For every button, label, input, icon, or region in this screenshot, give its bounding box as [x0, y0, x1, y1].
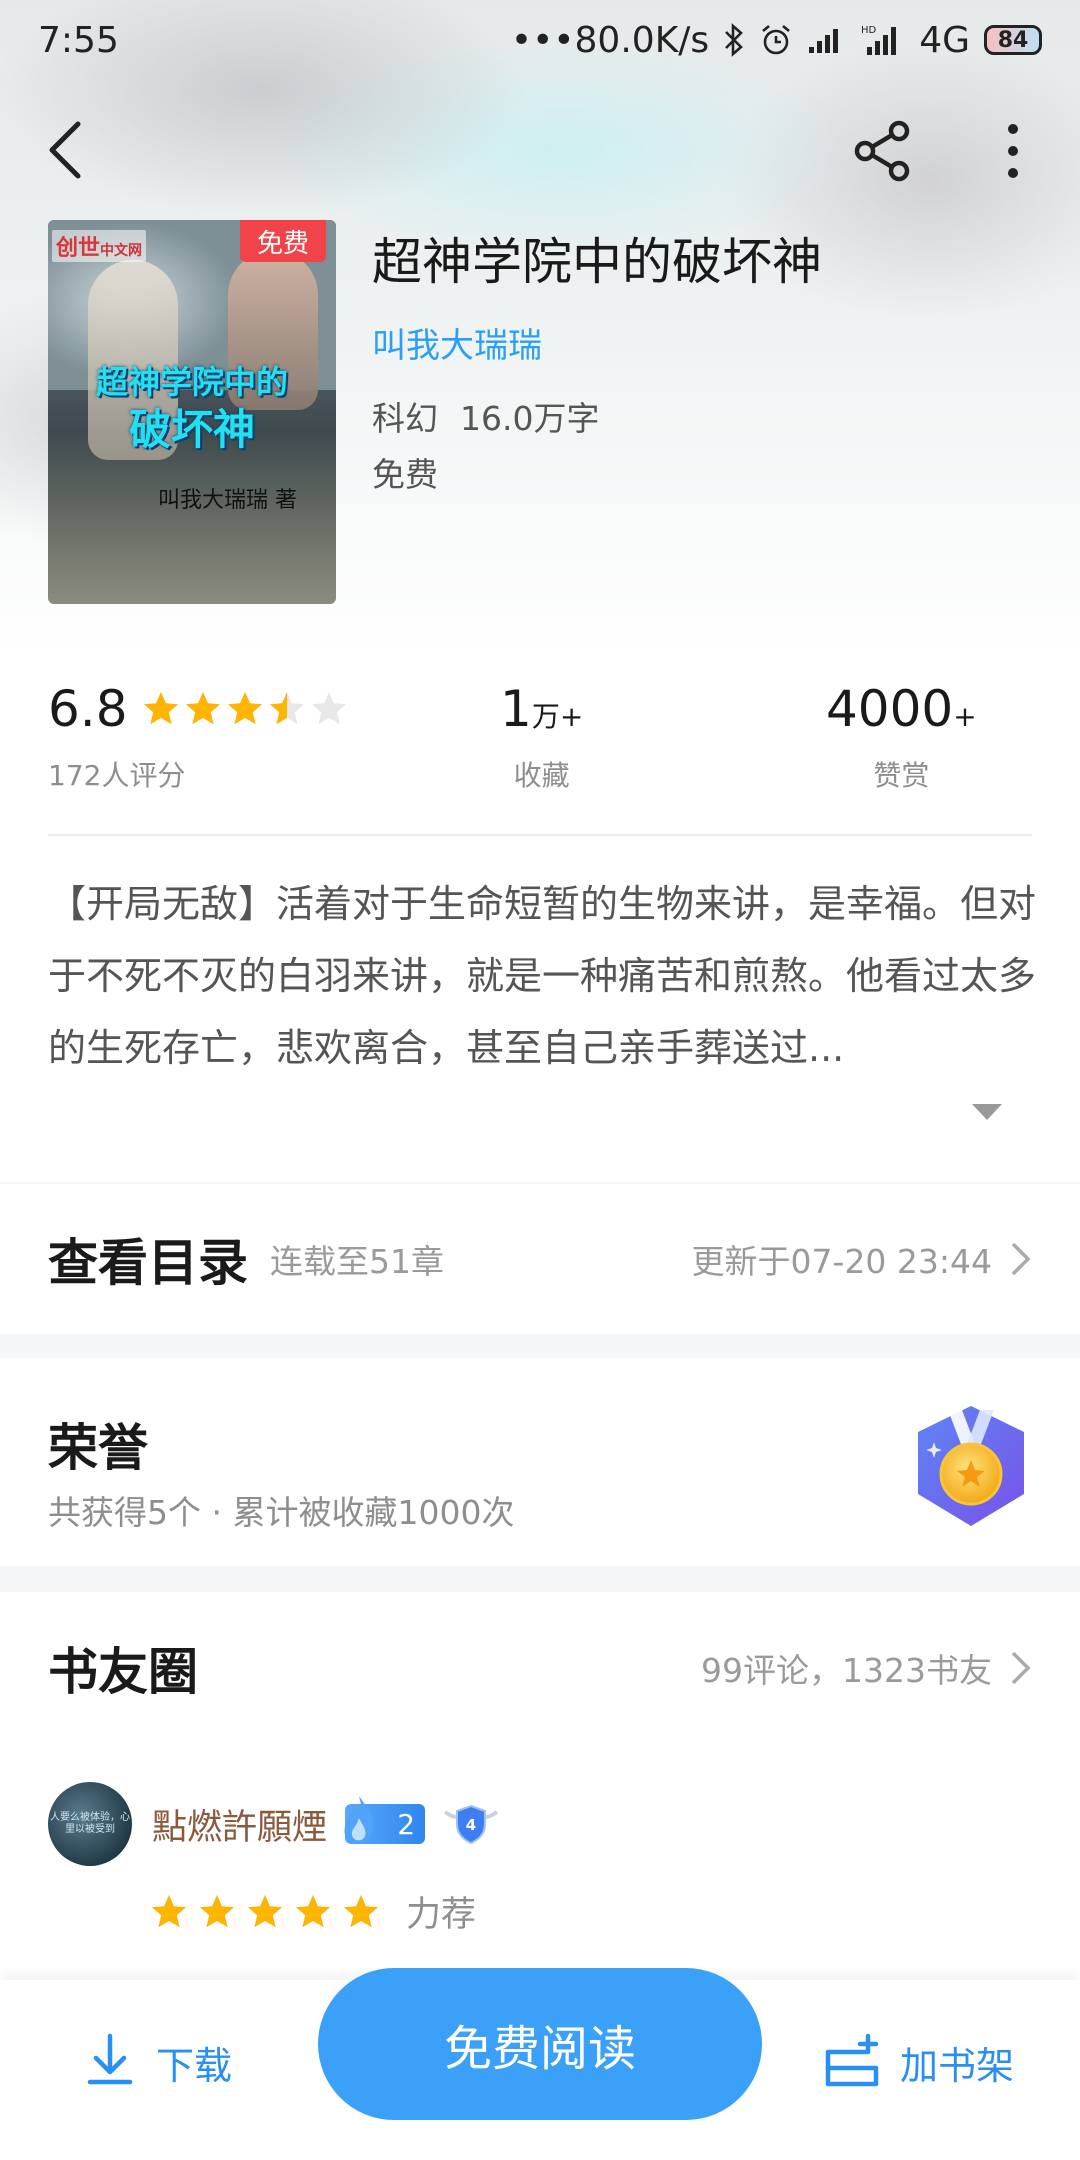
- back-arrow-icon: [49, 121, 81, 179]
- shield-level: 4: [466, 1816, 476, 1834]
- favorites-stat: 1万+ 收藏: [500, 680, 583, 794]
- comment-rating-text: 力荐: [406, 1895, 477, 1935]
- fan-level-badge: 2: [344, 1796, 426, 1844]
- star-icon: [227, 692, 262, 725]
- download-label: 下载: [156, 2043, 233, 2088]
- share-button[interactable]: [848, 116, 918, 186]
- status-time: 7:55: [38, 19, 119, 61]
- comment-rating: 力荐: [150, 1886, 476, 1937]
- shield-level-icon: 4: [443, 1804, 499, 1845]
- book-stats: 6.8 172人评分 1万+ 收藏 4000+ 赞赏: [0, 680, 1080, 810]
- more-vertical-icon: [1008, 124, 1018, 178]
- book-cover[interactable]: 创世中文网 免费 超神学院中的 破坏神 叫我大瑞瑞 著: [48, 220, 336, 604]
- rating-block[interactable]: 6.8 172人评分: [48, 680, 348, 794]
- honors-summary: 共获得5个 · 累计被收藏1000次: [48, 1493, 515, 1532]
- star-icon: [143, 692, 178, 725]
- network-type: 4G: [919, 19, 970, 61]
- cover-author: 叫我大瑞瑞 著: [158, 488, 297, 513]
- cover-logo-text: 创世: [56, 236, 101, 261]
- star-icon: [200, 1894, 234, 1927]
- bookshelf-add-icon: [825, 2033, 879, 2087]
- honors-section[interactable]: 荣誉 共获得5个 · 累计被收藏1000次: [0, 1358, 1080, 1566]
- star-icon: [311, 692, 346, 725]
- battery-indicator: 84: [984, 25, 1042, 55]
- star-icon: [269, 692, 304, 725]
- expand-down-icon[interactable]: [972, 1104, 1002, 1122]
- catalog-row[interactable]: 查看目录 连载至51章 更新于07-20 23:44: [0, 1184, 1080, 1334]
- section-spacer: [0, 1566, 1080, 1592]
- username[interactable]: 點燃許願煙: [152, 1799, 327, 1850]
- status-icons: •••80.0K/s HD 4G 84: [511, 20, 1042, 61]
- catalog-title: 查看目录: [48, 1233, 248, 1292]
- chevron-right-icon: [1011, 1651, 1031, 1685]
- svg-text:HD: HD: [861, 25, 877, 36]
- divider: [48, 834, 1032, 836]
- star-icon: [248, 1894, 282, 1927]
- rewards-unit: +: [953, 700, 977, 733]
- network-speed: •••80.0K/s: [510, 19, 710, 61]
- rewards-stat[interactable]: 4000+ 赞赏: [826, 680, 977, 794]
- rewards-value: 4000: [826, 680, 954, 738]
- flame-icon: [344, 1796, 374, 1844]
- rating-count: 172人评分: [48, 759, 186, 792]
- rewards-label: 赞赏: [873, 759, 930, 792]
- friends-title: 书友圈: [48, 1642, 198, 1701]
- honors-title: 荣誉: [48, 1418, 148, 1477]
- favorites-unit: 万+: [531, 700, 584, 733]
- star-icon: [296, 1894, 330, 1927]
- alarm-icon: [759, 23, 793, 57]
- cover-title: 超神学院中的 破坏神: [56, 358, 328, 454]
- comment-stars: [150, 1893, 390, 1931]
- download-button[interactable]: 下载: [84, 2032, 232, 2092]
- book-description[interactable]: 【开局无敌】活着对于生命短暂的生物来讲，是幸福。但对于不死不灭的白羽来讲，就是一…: [48, 868, 1038, 1084]
- cover-logo-sub: 中文网: [100, 243, 143, 259]
- add-to-shelf-label: 加书架: [900, 2043, 1015, 2088]
- cover-title-line1: 超神学院中的: [95, 363, 288, 401]
- star-icon: [185, 692, 220, 725]
- cover-title-line2: 破坏神: [128, 405, 255, 454]
- signal-icon: [807, 25, 847, 55]
- share-icon: [854, 120, 910, 182]
- favorites-label: 收藏: [513, 759, 570, 792]
- section-spacer: [0, 1334, 1080, 1358]
- free-badge: 免费: [240, 220, 326, 262]
- chevron-right-icon: [1011, 1242, 1031, 1276]
- rating-score: 6.8: [48, 680, 128, 738]
- book-title: 超神学院中的破坏神: [372, 233, 822, 291]
- star-icon: [152, 1894, 186, 1927]
- avatar[interactable]: 人要么被体验，心里以被受到: [48, 1782, 132, 1866]
- friends-header[interactable]: 书友圈 99评论，1323书友: [48, 1632, 1032, 1704]
- fan-level: 2: [397, 1807, 416, 1841]
- star-icon: [344, 1894, 378, 1927]
- book-meta: 科幻 16.0万字: [372, 392, 599, 440]
- bluetooth-icon: [723, 23, 745, 57]
- book-word-count: 16.0万字: [460, 399, 600, 438]
- more-button[interactable]: [990, 116, 1036, 186]
- book-author-link[interactable]: 叫我大瑞瑞: [372, 318, 542, 367]
- cover-publisher-logo: 创世中文网: [52, 230, 147, 262]
- download-icon: [87, 2033, 133, 2085]
- status-bar: 7:55 •••80.0K/s HD 4G 84: [0, 0, 1080, 80]
- friends-stat: 99评论，1323书友: [701, 1651, 992, 1690]
- comment-author[interactable]: 人要么被体验，心里以被受到 點燃許願煙 2 4: [48, 1782, 501, 1866]
- medal-icon: [918, 1406, 1024, 1526]
- rating-stars: [142, 690, 348, 728]
- read-free-button[interactable]: 免费阅读: [318, 1968, 762, 2120]
- toolbar: [0, 110, 1080, 190]
- catalog-progress: 连载至51章: [270, 1242, 444, 1281]
- back-button[interactable]: [36, 118, 96, 182]
- book-genre: 科幻: [372, 399, 438, 438]
- hd-signal-icon: HD: [861, 23, 905, 57]
- add-to-shelf-button[interactable]: 加书架: [822, 2032, 1014, 2092]
- favorites-value: 1: [500, 680, 532, 738]
- book-price: 免费: [372, 455, 438, 494]
- catalog-updated: 更新于07-20 23:44: [691, 1242, 992, 1281]
